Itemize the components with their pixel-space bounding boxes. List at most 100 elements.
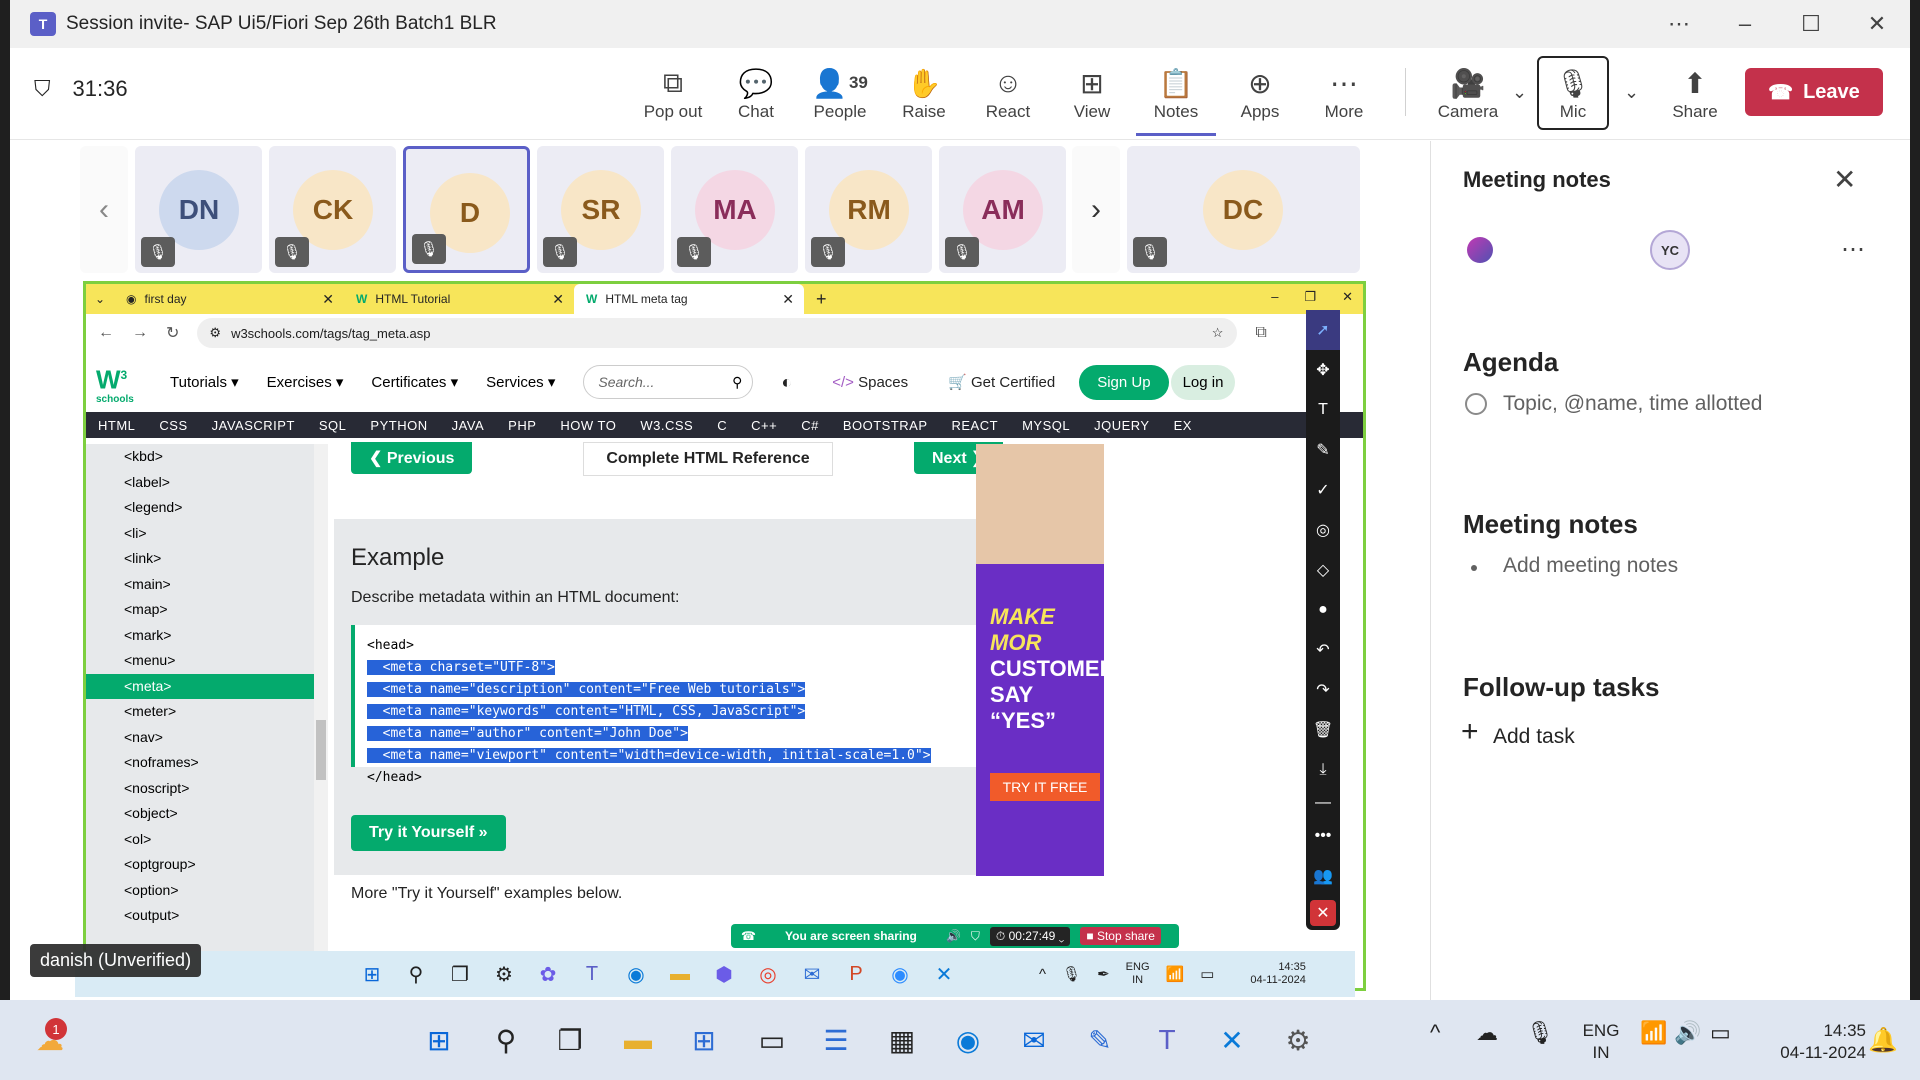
log-in-button[interactable]: Log in [1170, 364, 1236, 400]
lang-link[interactable]: C# [789, 418, 831, 433]
participant-tile[interactable]: DC 🎙 [1127, 146, 1360, 273]
annotation-more-icon[interactable]: ••• [1306, 816, 1340, 856]
check-tool-icon[interactable]: ✓ [1306, 470, 1340, 510]
sharing-timer[interactable]: ⏱ 00:27:49 ⌄ [989, 926, 1071, 946]
tray-chevron-icon[interactable]: ^ [1430, 1020, 1440, 1046]
teams-taskbar-icon[interactable]: T [1145, 1018, 1189, 1062]
search-icon[interactable]: ⚲ [732, 374, 742, 391]
sidebar-item[interactable]: <main> [86, 572, 314, 598]
notification-bell-icon[interactable]: 🔔 [1868, 1026, 1898, 1055]
participant-tile[interactable]: SR 🎙 [537, 146, 664, 273]
language-indicator[interactable]: ENG IN [1576, 1020, 1626, 1064]
pointer-tool-icon[interactable]: ➚ [1306, 310, 1340, 350]
camera-options-chevron-icon[interactable]: ⌄ [1512, 82, 1527, 103]
sidebar-item[interactable]: <optgroup> [86, 852, 314, 878]
close-notes-button[interactable]: ✕ [1833, 163, 1856, 196]
leave-button[interactable]: ☎ Leave [1745, 68, 1883, 116]
onedrive-icon[interactable]: ☁ [1476, 1020, 1498, 1046]
mic-button[interactable]: 🎙 Mic [1533, 64, 1613, 122]
edge-icon[interactable]: ◉ [946, 1018, 990, 1062]
people-button[interactable]: 👤 39 People [800, 64, 880, 122]
dark-mode-icon[interactable]: ◐ [781, 372, 792, 393]
sidebar-item[interactable]: <meter> [86, 699, 314, 725]
sidebar-item[interactable]: <kbd> [86, 444, 314, 470]
maximize-button[interactable]: ☐ [1778, 11, 1844, 37]
sidebar-scrollbar[interactable] [314, 444, 328, 988]
lang-link[interactable]: HTML [86, 418, 147, 433]
w3-search-input[interactable]: Search... ⚲ [583, 365, 754, 399]
sidebar-item[interactable]: <map> [86, 597, 314, 623]
participant-tile[interactable]: RM 🎙 [805, 146, 932, 273]
share-button[interactable]: ⬆ Share [1655, 64, 1735, 122]
color-picker-icon[interactable]: ● [1306, 590, 1340, 630]
pen-app-icon[interactable]: ✎ [1078, 1018, 1122, 1062]
start-icon[interactable]: ⊞ [417, 1018, 461, 1062]
clock[interactable]: 14:35 04-11-2024 [1760, 1020, 1866, 1064]
bookmark-star-icon[interactable]: ☆ [1212, 325, 1224, 341]
lang-link[interactable]: SQL [307, 418, 359, 433]
notes-button[interactable]: 📋 Notes [1136, 64, 1216, 136]
loop-icon[interactable] [1467, 237, 1493, 263]
get-certified-link[interactable]: 🛒 Get Certified [948, 373, 1055, 391]
lang-link[interactable]: PYTHON [358, 418, 439, 433]
w3schools-logo[interactable]: W3 schools [96, 360, 140, 405]
text-tool-icon[interactable]: T [1306, 390, 1340, 430]
lang-link[interactable]: EX [1162, 418, 1204, 433]
lang-link[interactable]: C++ [739, 418, 789, 433]
spaces-link[interactable]: </> Spaces [832, 374, 908, 391]
browser-restore-icon[interactable]: ❐ [1304, 289, 1316, 305]
close-window-button[interactable]: ✕ [1844, 11, 1910, 37]
lang-link[interactable]: HOW TO [548, 418, 628, 433]
lang-link[interactable]: JQUERY [1082, 418, 1162, 433]
sidebar-item[interactable]: <noframes> [86, 750, 314, 776]
file-explorer-icon[interactable]: ▬ [616, 1018, 660, 1062]
lang-link[interactable]: W3.CSS [628, 418, 705, 433]
lang-link[interactable]: C [705, 418, 739, 433]
participant-tile[interactable]: D 🎙 [403, 146, 530, 273]
camera-button[interactable]: 🎥 Camera [1428, 64, 1508, 122]
sidebar-item[interactable]: <ol> [86, 827, 314, 853]
more-button[interactable]: ⋯ More [1304, 64, 1384, 122]
sidebar-item[interactable]: <noscript> [86, 776, 314, 802]
store-icon[interactable]: ⊞ [682, 1018, 726, 1062]
download-icon[interactable]: ⤓ [1306, 750, 1340, 790]
browser-close-icon[interactable]: ✕ [1342, 289, 1353, 305]
terminal-icon[interactable]: ▭ [750, 1018, 794, 1062]
add-task-icon[interactable]: + [1461, 715, 1479, 749]
browser-tab-first-day[interactable]: ◉ first day ✕ [114, 284, 344, 314]
pop-out-button[interactable]: ⧉ Pop out [633, 64, 713, 122]
sidebar-item[interactable]: <meta> [86, 673, 314, 699]
react-button[interactable]: ☺ React [968, 64, 1048, 122]
sidebar-item[interactable]: <mark> [86, 623, 314, 649]
highlighter-tool-icon[interactable]: ◎ [1306, 510, 1340, 550]
eraser-tool-icon[interactable]: ◇ [1306, 550, 1340, 590]
participants-prev-button[interactable]: ‹ [80, 146, 128, 273]
participant-tile[interactable]: DN 🎙 [135, 146, 262, 273]
participant-tile[interactable]: MA 🎙 [671, 146, 798, 273]
agenda-radio[interactable] [1465, 393, 1487, 415]
close-tab-icon[interactable]: ✕ [322, 291, 334, 308]
lang-link[interactable]: JAVASCRIPT [200, 418, 307, 433]
notes-input[interactable]: Add meeting notes [1503, 554, 1678, 578]
volume-icon[interactable]: 🔊 [1674, 1020, 1701, 1046]
sidebar-item[interactable]: <nav> [86, 725, 314, 751]
scrollbar-thumb[interactable] [316, 720, 326, 780]
battery-icon[interactable]: ▭ [1710, 1020, 1731, 1046]
sidebar-item[interactable]: <menu> [86, 648, 314, 674]
search-icon[interactable]: ⚲ [484, 1018, 528, 1062]
sidebar-item[interactable]: <legend> [86, 495, 314, 521]
raise-hand-button[interactable]: ✋ Raise [884, 64, 964, 122]
tab-list-chevron-icon[interactable]: ⌄ [86, 292, 114, 306]
extensions-icon[interactable]: ⧉ [1255, 324, 1266, 342]
new-tab-icon[interactable]: + [816, 289, 827, 310]
notepad-icon[interactable]: ☰ [814, 1018, 858, 1062]
sidebar-item[interactable]: <li> [86, 521, 314, 547]
previous-button[interactable]: ❮ Previous [351, 442, 473, 474]
html-reference-button[interactable]: Complete HTML Reference [583, 442, 833, 476]
view-button[interactable]: ⊞ View [1052, 64, 1132, 122]
mic-muted-icon[interactable]: 🎙 [1526, 1020, 1554, 1046]
menu-tutorials[interactable]: Tutorials ▾ [170, 373, 239, 391]
pen-tool-icon[interactable]: ✎ [1306, 430, 1340, 470]
address-bar[interactable]: ⚙ w3schools.com/tags/tag_meta.asp ☆ [197, 318, 1238, 348]
task-view-icon[interactable]: ❐ [548, 1018, 592, 1062]
